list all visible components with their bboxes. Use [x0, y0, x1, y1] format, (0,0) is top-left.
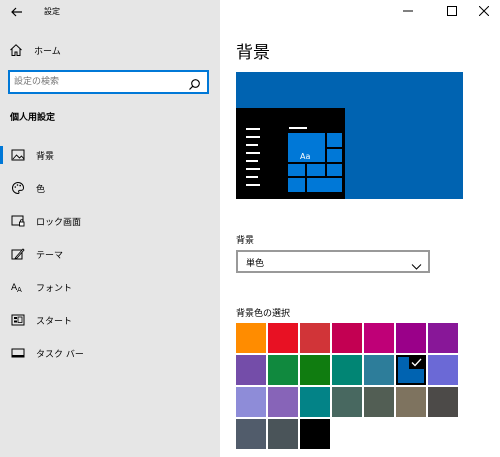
maximize-button[interactable] [442, 3, 462, 19]
color-swatch[interactable] [428, 387, 458, 417]
color-swatch[interactable] [268, 419, 298, 449]
preview-start-menu: Aa [236, 108, 345, 199]
minimize-button[interactable] [398, 3, 418, 19]
theme-icon [10, 246, 26, 262]
search-icon[interactable] [188, 76, 201, 90]
color-swatch[interactable] [428, 355, 458, 385]
page-title: 背景 [236, 43, 270, 63]
color-swatch[interactable] [364, 323, 394, 353]
sidebar-item-label: テーマ [36, 250, 64, 261]
color-swatch[interactable] [364, 387, 394, 417]
background-type-dropdown[interactable]: 単色 [236, 250, 430, 273]
sidebar-item-font[interactable]: AA フォント [0, 275, 220, 299]
home-label: ホーム [34, 46, 61, 57]
color-swatch[interactable] [300, 355, 330, 385]
color-swatch[interactable] [396, 355, 426, 385]
color-swatch[interactable] [332, 323, 362, 353]
section-heading: 個人用設定 [10, 113, 56, 123]
color-swatch[interactable] [236, 323, 266, 353]
checkmark-icon [409, 355, 424, 369]
background-preview: Aa [236, 72, 463, 199]
image-icon [10, 147, 26, 163]
color-swatch[interactable] [268, 323, 298, 353]
taskbar-icon [10, 345, 26, 361]
color-swatch[interactable] [236, 419, 266, 449]
preview-tile-text: Aa [300, 152, 311, 161]
sidebar-item-home[interactable]: ホーム [8, 40, 208, 60]
sidebar-item-label: 色 [36, 184, 46, 195]
sidebar-item-theme[interactable]: テーマ [0, 242, 220, 266]
sidebar-item-background[interactable]: 背景 [0, 143, 220, 167]
close-button[interactable] [474, 3, 494, 19]
color-swatch[interactable] [428, 323, 458, 353]
search-box[interactable] [8, 70, 209, 94]
svg-text:A: A [17, 286, 22, 294]
main-content: 背景 Aa 背景 単色 背景色の選択 [220, 0, 500, 457]
sidebar-item-color[interactable]: 色 [0, 176, 220, 200]
color-swatch[interactable] [300, 387, 330, 417]
palette-icon [10, 180, 26, 196]
preview-tile: Aa [288, 133, 325, 162]
color-swatch[interactable] [300, 419, 330, 449]
background-type-label: 背景 [236, 236, 255, 246]
color-swatch[interactable] [236, 387, 266, 417]
color-swatch[interactable] [268, 355, 298, 385]
color-swatch[interactable] [268, 387, 298, 417]
color-swatch[interactable] [396, 323, 426, 353]
color-choice-label: 背景色の選択 [236, 309, 291, 319]
sidebar-item-label: ロック画面 [36, 217, 82, 228]
sidebar-item-taskbar[interactable]: タスク バー [0, 341, 220, 365]
sidebar-item-lock-screen[interactable]: ロック画面 [0, 209, 220, 233]
chevron-down-icon [411, 257, 422, 270]
color-swatch[interactable] [332, 387, 362, 417]
search-input[interactable] [14, 75, 184, 89]
sidebar-item-label: 背景 [36, 151, 55, 162]
color-swatch[interactable] [236, 355, 266, 385]
sidebar-item-label: タスク バー [36, 349, 84, 360]
font-icon: AA [10, 279, 26, 295]
color-swatch[interactable] [332, 355, 362, 385]
app-title: 設定 [44, 7, 60, 16]
sidebar-item-label: スタート [36, 316, 73, 327]
sidebar: 設定 ホーム 個人用設定 背景 色 ロック画面 テーマ [0, 0, 220, 457]
dropdown-value: 単色 [246, 259, 265, 269]
lock-screen-icon [10, 213, 26, 229]
color-swatch[interactable] [300, 323, 330, 353]
sidebar-item-label: フォント [36, 283, 73, 294]
start-icon [10, 312, 26, 328]
color-swatch[interactable] [396, 387, 426, 417]
home-icon [8, 42, 24, 58]
sidebar-item-start[interactable]: スタート [0, 308, 220, 332]
back-arrow-icon[interactable] [8, 3, 26, 21]
color-swatch[interactable] [364, 355, 394, 385]
